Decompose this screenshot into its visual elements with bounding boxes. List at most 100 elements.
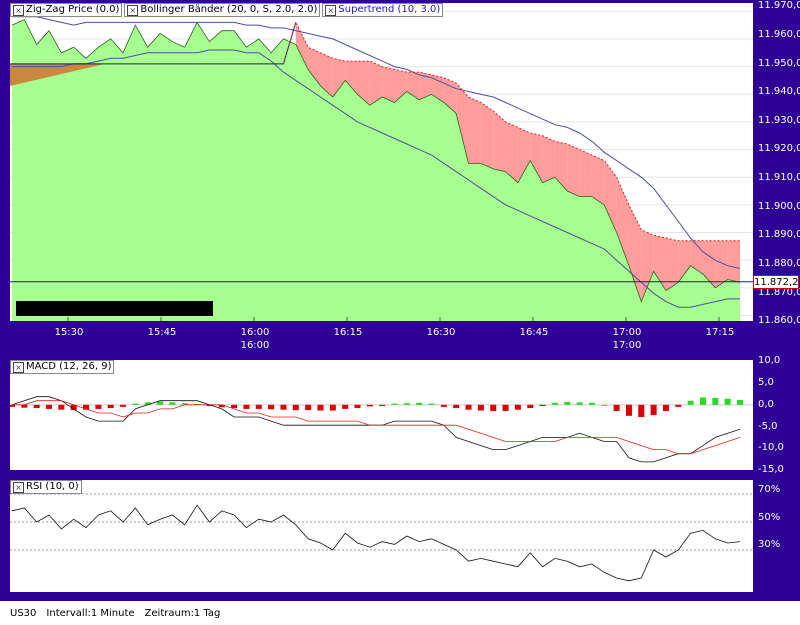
- macd-histogram-bar: [625, 404, 632, 416]
- macd-histogram-bar: [601, 404, 608, 406]
- legend-zigzag-label: Zig-Zag Price (0.0): [26, 4, 120, 15]
- macd-histogram-bar: [132, 403, 139, 405]
- macd-histogram-bar: [477, 404, 484, 411]
- macd-histogram-bar: [342, 404, 349, 409]
- rsi-pane[interactable]: × RSI (10, 0): [10, 480, 753, 592]
- x-tick-label: 17:15: [705, 327, 735, 338]
- macd-histogram-bar: [107, 404, 114, 409]
- macd-histogram-bar: [366, 404, 373, 407]
- x-tick-label: 15:30: [54, 327, 84, 338]
- supertrend-band: [579, 149, 592, 197]
- macd-histogram-bar: [231, 404, 238, 409]
- supertrend-band: [727, 240, 740, 283]
- legend-macd[interactable]: × MACD (12, 26, 9): [10, 360, 115, 374]
- macd-histogram-bar: [490, 404, 497, 411]
- y-tick-label: 11.890,0: [758, 229, 800, 240]
- macd-histogram-bar: [539, 404, 546, 407]
- y-tick-label: -15,0: [758, 464, 784, 475]
- supertrend-band: [493, 110, 506, 172]
- macd-pane[interactable]: × MACD (12, 26, 9): [10, 360, 753, 470]
- symbol-label: US30: [10, 607, 37, 619]
- macd-histogram-bar: [638, 404, 645, 418]
- close-icon[interactable]: ×: [127, 4, 139, 16]
- macd-histogram-bar: [403, 403, 410, 405]
- macd-histogram-bar: [551, 402, 558, 405]
- legend-rsi[interactable]: × RSI (10, 0): [10, 480, 82, 494]
- y-tick-label: 11.880,0: [758, 258, 800, 269]
- rsi-line: [11, 504, 741, 582]
- macd-histogram-bar: [564, 401, 571, 405]
- y-tick-label: 11.910,0: [758, 172, 800, 183]
- legend-bollinger-label: Bollinger Bänder (20, 0, S, 2.0, 2.0): [140, 4, 318, 15]
- macd-histogram-bar: [317, 404, 324, 411]
- macd-histogram-bar: [95, 404, 102, 409]
- close-icon[interactable]: ×: [13, 361, 24, 373]
- legend-bollinger[interactable]: × Bollinger Bänder (20, 0, S, 2.0, 2.0): [124, 3, 321, 17]
- x-tick-label: 16:15: [333, 327, 363, 338]
- legend-supertrend[interactable]: × Supertrend (10, 3.0): [322, 3, 444, 17]
- legend-supertrend-label: Supertrend (10, 3.0): [338, 4, 441, 15]
- supertrend-band: [480, 102, 494, 169]
- y-tick-label: 11.860,0: [758, 315, 800, 326]
- legend-zigzag[interactable]: × Zig-Zag Price (0.0): [10, 3, 123, 17]
- price-chart: [10, 10, 753, 321]
- price-pane[interactable]: × Zig-Zag Price (0.0) × Bollinger Bänder…: [10, 3, 753, 321]
- macd-histogram-bar: [440, 404, 447, 407]
- y-tick-label: 70%: [758, 484, 781, 495]
- macd-histogram-bar: [169, 402, 176, 405]
- y-tick-label: -10,0: [758, 442, 784, 453]
- macd-histogram-bar: [428, 403, 435, 405]
- macd-histogram-bar: [416, 402, 423, 405]
- macd-histogram-bar: [576, 402, 583, 405]
- macd-histogram-bar: [687, 400, 694, 405]
- macd-legend: × MACD (12, 26, 9): [10, 360, 115, 374]
- macd-histogram-bar: [354, 404, 361, 409]
- macd-histogram-bar: [305, 404, 312, 411]
- current-price-label: 11.872,2: [753, 275, 799, 289]
- close-icon[interactable]: ×: [13, 4, 24, 16]
- x-tick-label: 17:00: [612, 327, 642, 338]
- macd-histogram-bar: [243, 404, 250, 409]
- y-tick-label: 11.930,0: [758, 115, 800, 126]
- rsi-chart: [10, 493, 753, 582]
- close-icon[interactable]: ×: [13, 481, 24, 493]
- macd-histogram-bar: [255, 404, 262, 409]
- y-tick-label: 10,0: [758, 355, 781, 366]
- y-tick-label: 11.960,0: [758, 29, 800, 40]
- y-tick-label: 11.920,0: [758, 143, 800, 154]
- legend-rsi-label: RSI (10, 0): [26, 481, 79, 492]
- macd-histogram-bar: [465, 404, 472, 410]
- interval-label: Intervall:1 Minute: [46, 607, 135, 619]
- macd-histogram-bar: [712, 397, 719, 405]
- macd-histogram-bar: [33, 404, 40, 409]
- x-date-label: 16:00: [240, 340, 270, 351]
- y-tick-label: 11.940,0: [758, 86, 800, 97]
- macd-histogram-bar: [58, 404, 65, 410]
- y-tick-label: 0,0: [758, 399, 774, 410]
- macd-histogram-bar: [527, 404, 534, 409]
- macd-histogram-bar: [391, 403, 398, 405]
- supertrend-band: [567, 144, 580, 197]
- y-tick-label: 11.970,0: [758, 0, 800, 11]
- x-tick-label: 15:45: [147, 327, 177, 338]
- macd-histogram-bar: [379, 404, 386, 407]
- supertrend-band: [542, 135, 555, 183]
- supertrend-band: [468, 97, 481, 164]
- y-tick-label: 50%: [758, 512, 781, 523]
- y-tick-label: 5,0: [758, 377, 774, 388]
- macd-histogram-bar: [292, 404, 299, 411]
- y-tick-label: 30%: [758, 539, 781, 550]
- macd-histogram-bar: [613, 404, 620, 411]
- macd-histogram-bar: [453, 404, 460, 409]
- macd-histogram-bar: [502, 404, 509, 411]
- supertrend-band: [665, 238, 679, 291]
- macd-histogram-bar: [268, 404, 275, 410]
- macd-histogram-bar: [737, 399, 743, 405]
- macd-histogram-bar: [280, 404, 287, 410]
- macd-histogram-bar: [329, 404, 336, 411]
- macd-histogram-bar: [588, 402, 595, 405]
- macd-chart: [10, 396, 753, 463]
- close-icon[interactable]: ×: [325, 4, 337, 16]
- macd-histogram-bar: [662, 404, 669, 411]
- macd-histogram-bar: [157, 401, 164, 405]
